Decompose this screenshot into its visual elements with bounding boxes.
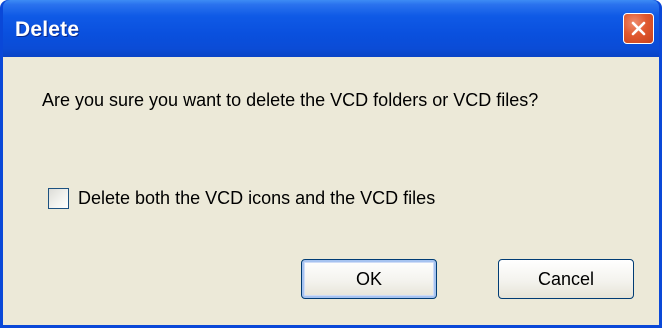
title-bar[interactable]: Delete xyxy=(3,0,659,57)
delete-dialog-window: Delete Are you sure you want to delete t… xyxy=(0,0,662,328)
close-icon xyxy=(630,20,647,37)
dialog-body: Are you sure you want to delete the VCD … xyxy=(3,57,659,325)
confirmation-message: Are you sure you want to delete the VCD … xyxy=(42,90,539,110)
delete-both-checkbox[interactable] xyxy=(48,188,69,209)
cancel-button[interactable]: Cancel xyxy=(498,259,634,299)
close-button[interactable] xyxy=(623,13,654,44)
window-title: Delete xyxy=(15,18,80,41)
ok-button[interactable]: OK xyxy=(301,259,437,299)
delete-both-checkbox-row[interactable]: Delete both the VCD icons and the VCD fi… xyxy=(48,188,435,209)
delete-both-checkbox-label[interactable]: Delete both the VCD icons and the VCD fi… xyxy=(78,188,435,209)
